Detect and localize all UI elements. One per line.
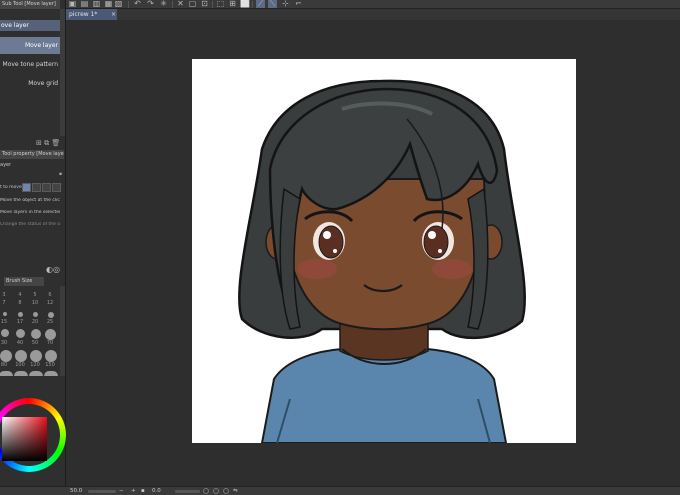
flip-icon[interactable]: ⇋	[233, 487, 238, 495]
transform-icon[interactable]: ⊡	[200, 0, 209, 8]
toolbar-divider	[128, 1, 129, 8]
saturation-value-box[interactable]	[2, 417, 47, 461]
save-icon[interactable]: ▥	[92, 0, 101, 8]
brush-size-value[interactable]: 12	[44, 300, 56, 306]
brush-size-dot[interactable]	[29, 371, 43, 376]
clear-icon[interactable]: ✕	[176, 0, 185, 8]
subtool-scrollbar[interactable]	[60, 9, 65, 136]
toolbar-divider	[252, 1, 253, 8]
undo-icon[interactable]: ↶	[133, 0, 142, 8]
brush-size-dot[interactable]	[48, 312, 54, 318]
brush-size-dot[interactable]	[1, 329, 9, 337]
mode-dropdown[interactable]	[52, 183, 61, 192]
brush-size-value[interactable]: 120	[29, 362, 41, 368]
toolbar-divider	[212, 1, 213, 8]
redo-icon[interactable]: ↷	[146, 0, 155, 8]
tool-settings-icon[interactable]: ◐◎	[46, 265, 60, 274]
tool-property-title: ayer	[0, 162, 12, 168]
brush-size-scrollbar[interactable]	[60, 286, 65, 376]
fill-icon[interactable]: ▢	[188, 0, 197, 8]
rotation-slider[interactable]	[175, 490, 200, 493]
close-tab-icon[interactable]: ×	[111, 9, 117, 20]
grid-icon[interactable]: ⊞	[228, 0, 237, 8]
brush-size-value[interactable]: 40	[14, 340, 26, 346]
lock-icon[interactable]: ▪	[59, 172, 62, 177]
subtool-actions-icon[interactable]: ⊞ ⧉ 🗑	[36, 139, 60, 148]
folder-icon[interactable]: ▦	[104, 0, 113, 8]
brush-size-dot[interactable]	[45, 350, 57, 362]
brush-size-value[interactable]: 20	[29, 319, 41, 325]
brush-size-value[interactable]: 17	[14, 319, 26, 325]
brush-size-dot[interactable]	[3, 312, 7, 316]
new-icon[interactable]: ▤	[80, 0, 89, 8]
option-move-selected-area[interactable]: Move layers in the selected area	[0, 210, 60, 215]
ruler-icon[interactable]: ⌐	[294, 0, 303, 8]
move-mode-button[interactable]	[22, 183, 31, 192]
brush-size-dot[interactable]	[0, 350, 12, 362]
snap-grid-icon[interactable]: ⊹	[281, 0, 290, 8]
rotate-left-icon[interactable]	[203, 488, 209, 494]
brush-size-value[interactable]: 6	[44, 292, 56, 298]
snap-special-ruler-icon[interactable]: ⟍	[268, 0, 277, 8]
zoom-value[interactable]: 50.0	[70, 487, 82, 495]
toolbar-divider	[172, 1, 173, 8]
mode-label: t to move	[0, 185, 22, 190]
character-illustration	[238, 79, 526, 443]
subtool-panel-tab[interactable]: Sub Tool [Move layer]	[0, 0, 60, 9]
top-toolbar: ▣ ▤ ▥ ▦ ▧ ↶ ↷ ✳ ✕ ▢ ⊡ ⬚ ⊞ ⬜ ⟋ ⟍ ⊹ ⌐	[0, 0, 680, 9]
brush-size-value[interactable]: 3	[0, 292, 10, 298]
brush-size-dot[interactable]	[0, 371, 13, 376]
brush-size-value[interactable]: 100	[14, 362, 26, 368]
camera-icon[interactable]: ▣	[68, 0, 77, 8]
drawing-canvas[interactable]	[192, 59, 576, 443]
option-change-object-status[interactable]: Change the status of the object...	[0, 222, 60, 227]
brush-size-value[interactable]: 7	[0, 300, 10, 306]
brush-size-value[interactable]: 80	[0, 362, 10, 368]
brush-size-dot[interactable]	[31, 329, 41, 339]
brush-size-dot[interactable]	[30, 350, 42, 362]
brush-size-dot[interactable]	[33, 312, 38, 317]
brush-size-dot[interactable]	[16, 329, 25, 338]
brush-size-value[interactable]: 8	[14, 300, 26, 306]
rotate-right-icon[interactable]	[213, 488, 219, 494]
brush-size-value[interactable]: 4	[14, 292, 26, 298]
brush-size-value[interactable]: 50	[29, 340, 41, 346]
brush-size-dot[interactable]	[14, 371, 28, 376]
zoom-in-icon[interactable]: +	[131, 487, 136, 495]
snap-ruler-icon[interactable]: ⟋	[256, 0, 265, 8]
select-icon[interactable]: ⬚	[216, 0, 225, 8]
move-mode-button[interactable]	[32, 183, 41, 192]
brush-size-dot[interactable]	[15, 350, 27, 362]
brush-size-value[interactable]: 150	[44, 362, 56, 368]
reset-rotation-icon[interactable]	[223, 488, 229, 494]
brush-size-value[interactable]: 70	[44, 340, 56, 346]
angle-value[interactable]: 0.0	[152, 487, 161, 495]
brush-size-dot[interactable]	[18, 312, 23, 317]
subtool-move-grid[interactable]: Move grid	[0, 75, 60, 92]
clip-studio-window: ▣ ▤ ▥ ▦ ▧ ↶ ↷ ✳ ✕ ▢ ⊡ ⬚ ⊞ ⬜ ⟋ ⟍ ⊹ ⌐ picr…	[0, 0, 680, 495]
export-icon[interactable]: ▧	[114, 0, 123, 8]
tool-property-tab[interactable]: Tool property [Move layer]	[0, 150, 64, 159]
brush-size-value[interactable]: 30	[0, 340, 10, 346]
brush-size-dot[interactable]	[45, 329, 56, 340]
brush-size-dot[interactable]	[44, 371, 58, 376]
brush-size-value[interactable]: 5	[29, 292, 41, 298]
brush-size-value[interactable]: 15	[0, 319, 10, 325]
spinner-icon[interactable]: ✳	[159, 0, 168, 8]
subtool-group-move-layer[interactable]: ove layer	[0, 20, 60, 31]
zoom-slider[interactable]	[88, 490, 116, 493]
document-tab[interactable]: picrew 1*	[66, 9, 117, 20]
status-bar: 50.0 − + ▪ 0.0 ⇋	[0, 486, 680, 495]
document-tab-strip	[66, 9, 680, 20]
deselect-icon[interactable]: ⬜	[240, 0, 250, 8]
move-mode-button[interactable]	[42, 183, 51, 192]
subtool-move-layer[interactable]: Move layer	[0, 37, 60, 54]
brush-size-value[interactable]: 25	[44, 319, 56, 325]
fit-icon[interactable]: ▪	[141, 487, 145, 495]
brush-size-value[interactable]: 10	[29, 300, 41, 306]
brush-size-tab[interactable]: Brush Size	[4, 277, 44, 286]
option-move-clicked-object[interactable]: Move the object at the clicked ...	[0, 198, 60, 203]
zoom-out-icon[interactable]: −	[119, 487, 124, 495]
subtool-move-tone-pattern[interactable]: Move tone pattern	[0, 56, 60, 73]
